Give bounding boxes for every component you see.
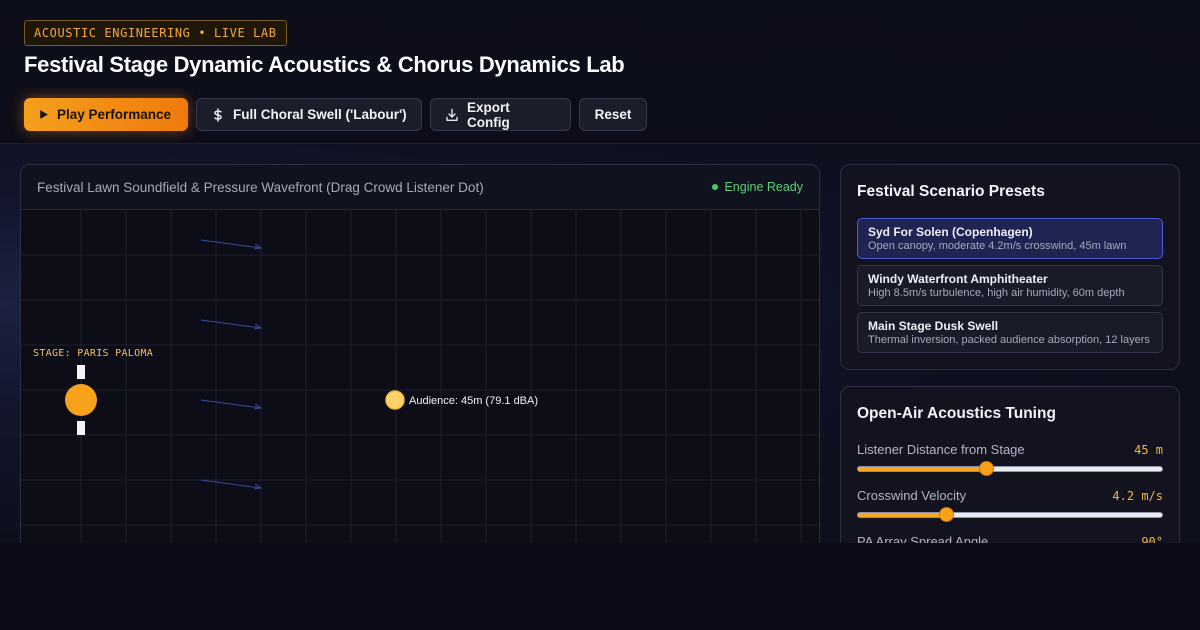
slider-thumb[interactable] <box>939 507 955 522</box>
preset-name: Windy Waterfront Amphitheater <box>868 272 1048 286</box>
wind-arrow-1 <box>200 239 263 250</box>
dollar-icon <box>214 107 222 122</box>
grid <box>21 210 819 543</box>
soundfield-panel: Festival Lawn Soundfield & Pressure Wave… <box>20 164 820 543</box>
stage-label: STAGE: PARIS PALOMA <box>33 348 153 359</box>
slider-value: 90° <box>1141 535 1163 543</box>
play-icon <box>40 110 48 119</box>
preset-desc: Open canopy, moderate 4.2m/s crosswind, … <box>868 240 1127 252</box>
workspace: Festival Lawn Soundfield & Pressure Wave… <box>0 144 1200 543</box>
wind-vectors <box>200 239 263 490</box>
wind-arrow-3 <box>200 399 263 410</box>
tuning-title: Open-Air Acoustics Tuning <box>857 405 1056 422</box>
app-header: ACOUSTIC ENGINEERING • LIVE LAB Festival… <box>0 0 1200 144</box>
preset-name: Syd For Solen (Copenhagen) <box>868 225 1033 239</box>
preset-name: Main Stage Dusk Swell <box>868 319 999 333</box>
engine-status-label: Engine Ready <box>724 180 803 194</box>
preset-syd-for-solen[interactable]: Syd For Solen (Copenhagen) Open canopy, … <box>857 218 1163 259</box>
reset-label: Reset <box>594 107 632 122</box>
presets-title: Festival Scenario Presets <box>857 183 1045 200</box>
status-dot-icon <box>712 184 719 190</box>
play-performance-label: Play Performance <box>57 107 172 122</box>
slider-value: 4.2 m/s <box>1112 489 1163 503</box>
listener-distance-slider[interactable] <box>857 461 1163 476</box>
slider-label: PA Array Spread Angle <box>857 534 989 543</box>
speaker-bottom-icon <box>77 421 85 435</box>
soundfield-title: Festival Lawn Soundfield & Pressure Wave… <box>37 179 484 195</box>
preset-main-stage-dusk[interactable]: Main Stage Dusk Swell Thermal inversion,… <box>857 312 1163 353</box>
wind-arrow-2 <box>200 319 263 330</box>
wind-arrow-4 <box>200 479 263 490</box>
stage-source-dot <box>65 384 97 416</box>
crosswind-velocity-slider[interactable] <box>857 507 1163 522</box>
slider-value: 45 m <box>1134 443 1163 457</box>
slider-fill <box>858 467 986 471</box>
engine-status: Engine Ready <box>712 180 803 194</box>
slider-label: Crosswind Velocity <box>857 488 967 503</box>
soundfield-canvas[interactable]: STAGE: PARIS PALOMA Audience: 45m (79.1 … <box>21 210 819 543</box>
play-performance-button[interactable]: Play Performance <box>24 98 188 131</box>
soundfield-svg: STAGE: PARIS PALOMA Audience: 45m (79.1 … <box>21 210 819 543</box>
full-choral-swell-label: Full Choral Swell ('Labour') <box>233 107 407 122</box>
tuning-card: Open-Air Acoustics Tuning Listener Dista… <box>840 386 1180 543</box>
preset-desc: High 8.5m/s turbulence, high air humidit… <box>868 287 1125 299</box>
download-icon <box>446 108 458 121</box>
soundfield-panel-header: Festival Lawn Soundfield & Pressure Wave… <box>21 165 819 210</box>
audience-listener[interactable]: Audience: 45m (79.1 dBA) <box>385 390 538 410</box>
reset-button[interactable]: Reset <box>579 98 647 131</box>
preset-windy-waterfront[interactable]: Windy Waterfront Amphitheater High 8.5m/… <box>857 265 1163 306</box>
export-config-label: Export Config <box>467 99 510 130</box>
bottom-area <box>0 543 1200 630</box>
slider-thumb[interactable] <box>978 461 994 476</box>
export-config-button[interactable]: Export Config <box>430 98 571 131</box>
preset-desc: Thermal inversion, packed audience absor… <box>868 334 1150 346</box>
speaker-top-icon <box>77 365 85 379</box>
audience-listener-dot <box>385 390 405 410</box>
full-choral-swell-button[interactable]: Full Choral Swell ('Labour') <box>196 98 422 131</box>
page-title: Festival Stage Dynamic Acoustics & Choru… <box>24 52 625 77</box>
slider-fill <box>858 513 947 517</box>
presets-card: Festival Scenario Presets Syd For Solen … <box>840 164 1180 370</box>
audience-label: Audience: 45m (79.1 dBA) <box>409 395 538 407</box>
slider-label: Listener Distance from Stage <box>857 442 1025 457</box>
stage-source <box>65 365 97 435</box>
lab-tag: ACOUSTIC ENGINEERING • LIVE LAB <box>24 20 287 46</box>
